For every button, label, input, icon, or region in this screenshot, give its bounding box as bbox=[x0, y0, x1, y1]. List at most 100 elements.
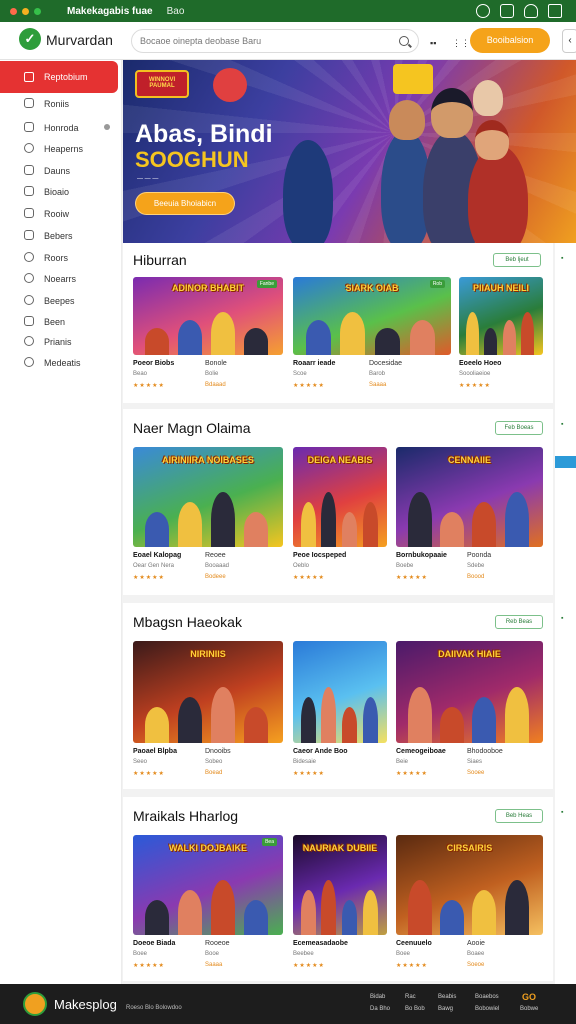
character-figure bbox=[145, 328, 169, 355]
game-thumbnail[interactable]: NIRINIIS bbox=[133, 641, 283, 743]
footer-link[interactable]: Bobwe bbox=[520, 1006, 538, 1012]
grid-menu-icon[interactable]: ▪▪ bbox=[430, 38, 436, 48]
game-thumbnail[interactable] bbox=[293, 641, 387, 743]
sidebar-item-label: Prianis bbox=[44, 337, 72, 347]
hero-banner[interactable]: WINNOVI PAUMAL Abas, Bindi SOOGHUN — — —… bbox=[123, 60, 576, 243]
game-thumbnail[interactable]: CIRSAIRIS bbox=[396, 835, 543, 935]
section-more-button[interactable]: Reb Beas bbox=[495, 615, 543, 629]
search-input[interactable]: Bocaoe oinepta deobase Baru bbox=[131, 29, 419, 53]
sidebar: Reptobium Roniis Honroda Heaperns Dauns … bbox=[0, 60, 122, 984]
footer-link[interactable]: Da Bho bbox=[370, 1006, 390, 1012]
sidebar-item[interactable]: Roors bbox=[0, 248, 122, 268]
game-card[interactable]: NIRINIIS Paoael Blpba Dnooibs Seeo Sobeo ★★★★… bbox=[133, 641, 283, 793]
character-figure bbox=[472, 697, 496, 743]
game-thumbnail[interactable]: DAIIVAK HIAIE bbox=[396, 641, 543, 743]
sidebar-item[interactable]: Bioaio bbox=[0, 182, 122, 202]
game-thumbnail[interactable]: ADINOR BHABIT Fanbe bbox=[133, 277, 283, 355]
footer-link[interactable]: Bo Bob bbox=[405, 1006, 425, 1012]
game-rating: ★★★★★ bbox=[133, 963, 165, 969]
footer-link[interactable]: Boaebos bbox=[475, 994, 499, 1000]
game-name: Caeor Ande Boo bbox=[293, 748, 348, 755]
list-icon bbox=[24, 186, 34, 196]
section-more-button[interactable]: Beb Heas bbox=[495, 809, 543, 823]
game-thumbnail[interactable]: PIIAUH NEILI bbox=[459, 277, 543, 355]
game-thumbnail[interactable]: CENNAIIE bbox=[396, 447, 543, 547]
character-figure bbox=[321, 492, 336, 547]
right-panel-tag[interactable] bbox=[555, 456, 576, 468]
character-figure bbox=[321, 880, 336, 935]
section-more-button[interactable]: Feb Boeas bbox=[495, 421, 543, 435]
footer-link[interactable]: Bobowiel bbox=[475, 1006, 499, 1012]
footer-logo-icon[interactable] bbox=[23, 992, 47, 1016]
hero-title: Abas, Bindi bbox=[135, 120, 273, 148]
game-card[interactable]: SIARK OIAB Rob Roaarr ieade Docesidae Scoe Ba… bbox=[293, 277, 451, 405]
game-rating: ★★★★★ bbox=[293, 575, 325, 581]
game-name: Ecemeasadaobe bbox=[293, 940, 348, 947]
sidebar-item[interactable]: Noearrs bbox=[0, 269, 122, 289]
footer-link[interactable]: Beabis bbox=[438, 994, 456, 1000]
lock-icon[interactable] bbox=[548, 4, 562, 18]
game-name: Poeor Biobs bbox=[133, 360, 175, 367]
bell-icon[interactable] bbox=[524, 4, 538, 18]
game-card[interactable]: ADINOR BHABIT Fanbe Poeor Biobs Bonole Beao B… bbox=[133, 277, 283, 405]
folder-icon bbox=[24, 208, 34, 218]
brand-name[interactable]: Murvardan bbox=[46, 32, 113, 48]
sidebar-item-label: Roors bbox=[44, 253, 69, 263]
section-title: Hiburran bbox=[133, 252, 187, 268]
sidebar-item[interactable]: Rooiw bbox=[0, 204, 122, 224]
game-card[interactable]: AIRINIIRA NOIBASES Eoael Kalopag Reoee Oear… bbox=[133, 447, 283, 597]
game-thumbnail[interactable]: NAURIAK DUBIIE bbox=[293, 835, 387, 935]
book-icon bbox=[24, 122, 34, 132]
game-rating: ★★★★★ bbox=[133, 771, 165, 777]
sidebar-item-label: Reptobium bbox=[44, 72, 88, 82]
game-card[interactable]: PIIAUH NEILI Eoeelo Hoeo Soooliaeioe ★★★★★ bbox=[459, 277, 543, 405]
sidebar-item[interactable]: Dauns bbox=[0, 161, 122, 181]
sidebar-item[interactable]: Medeatis bbox=[0, 353, 122, 373]
game-title-art: DAIIVAK HIAIE bbox=[438, 649, 501, 659]
bookmark-icon[interactable] bbox=[500, 4, 514, 18]
header-expand-button[interactable]: ‹ bbox=[562, 29, 576, 53]
sidebar-item[interactable]: Beepes bbox=[0, 291, 122, 311]
footer-brand[interactable]: Makesplog bbox=[54, 997, 117, 1012]
game-tag: Rob bbox=[429, 280, 445, 288]
game-subtitle: Reoee bbox=[205, 552, 226, 559]
more-options-icon[interactable]: ⋮⋮ bbox=[452, 38, 470, 49]
footer-link[interactable]: Bawg bbox=[438, 1006, 453, 1012]
game-thumbnail[interactable]: DEIGA NEABIS bbox=[293, 447, 387, 547]
search-icon[interactable] bbox=[399, 36, 409, 46]
game-card[interactable]: CENNAIIE Bornbukopaaie Poonda Boebe Sdebe ★★★… bbox=[396, 447, 543, 597]
sidebar-item-active[interactable]: Reptobium bbox=[0, 61, 118, 93]
game-thumbnail[interactable]: SIARK OIAB Rob bbox=[293, 277, 451, 355]
game-thumbnail[interactable]: WALKI DOJBAIKE Bea bbox=[133, 835, 283, 935]
sidebar-item[interactable]: Roniis bbox=[0, 94, 122, 114]
game-card[interactable]: DAIIVAK HIAIE Cemeogeiboae Bhodooboe Beie Si… bbox=[396, 641, 543, 793]
footer-link[interactable]: Bidab bbox=[370, 994, 385, 1000]
game-meta: Beao bbox=[133, 371, 148, 377]
game-thumbnail[interactable]: AIRINIIRA NOIBASES bbox=[133, 447, 283, 547]
game-name: Doeoe Biada bbox=[133, 940, 176, 947]
game-card[interactable]: WALKI DOJBAIKE Bea Doeoe Biada Rooeoe Boee Bo… bbox=[133, 835, 283, 985]
sidebar-item[interactable]: Prianis bbox=[0, 332, 122, 352]
sidebar-item[interactable]: Heaperns bbox=[0, 139, 122, 159]
profile-icon[interactable] bbox=[476, 4, 490, 18]
game-title-art: WALKI DOJBAIKE bbox=[168, 843, 247, 853]
close-window-icon[interactable] bbox=[10, 7, 17, 15]
footer-link[interactable]: Rac bbox=[405, 994, 416, 1000]
section-more-button[interactable]: Beb ljeut bbox=[493, 253, 541, 267]
game-meta: Seeo bbox=[133, 759, 148, 765]
maximize-window-icon[interactable] bbox=[34, 7, 41, 15]
game-card[interactable]: CIRSAIRIS Ceenuuelo Aooie Boee Boaee ★★★★★ Soe… bbox=[396, 835, 543, 985]
game-card[interactable]: Caeor Ande Boo Bidesaie ★★★★★ bbox=[293, 641, 387, 793]
game-subtitle: Rooeoe bbox=[205, 940, 230, 947]
minimize-window-icon[interactable] bbox=[22, 7, 29, 15]
brand-logo-icon[interactable]: ✓ bbox=[19, 28, 41, 50]
hero-cta-button[interactable]: Beeuia Bhoiabicn bbox=[136, 193, 234, 214]
character-figure bbox=[503, 320, 516, 355]
game-rating: ★★★★★ bbox=[396, 963, 428, 969]
sidebar-item[interactable]: Been bbox=[0, 312, 122, 332]
header-cta-button[interactable]: Booibalsion bbox=[470, 28, 550, 53]
game-card[interactable]: NAURIAK DUBIIE Ecemeasadaobe Beebee ★★★★★ bbox=[293, 835, 387, 985]
sidebar-item[interactable]: Bebers bbox=[0, 226, 122, 246]
window-tab[interactable]: Bao bbox=[167, 6, 185, 17]
game-card[interactable]: DEIGA NEABIS Peoe Iocspeped Oeblo ★★★★★ bbox=[293, 447, 387, 597]
